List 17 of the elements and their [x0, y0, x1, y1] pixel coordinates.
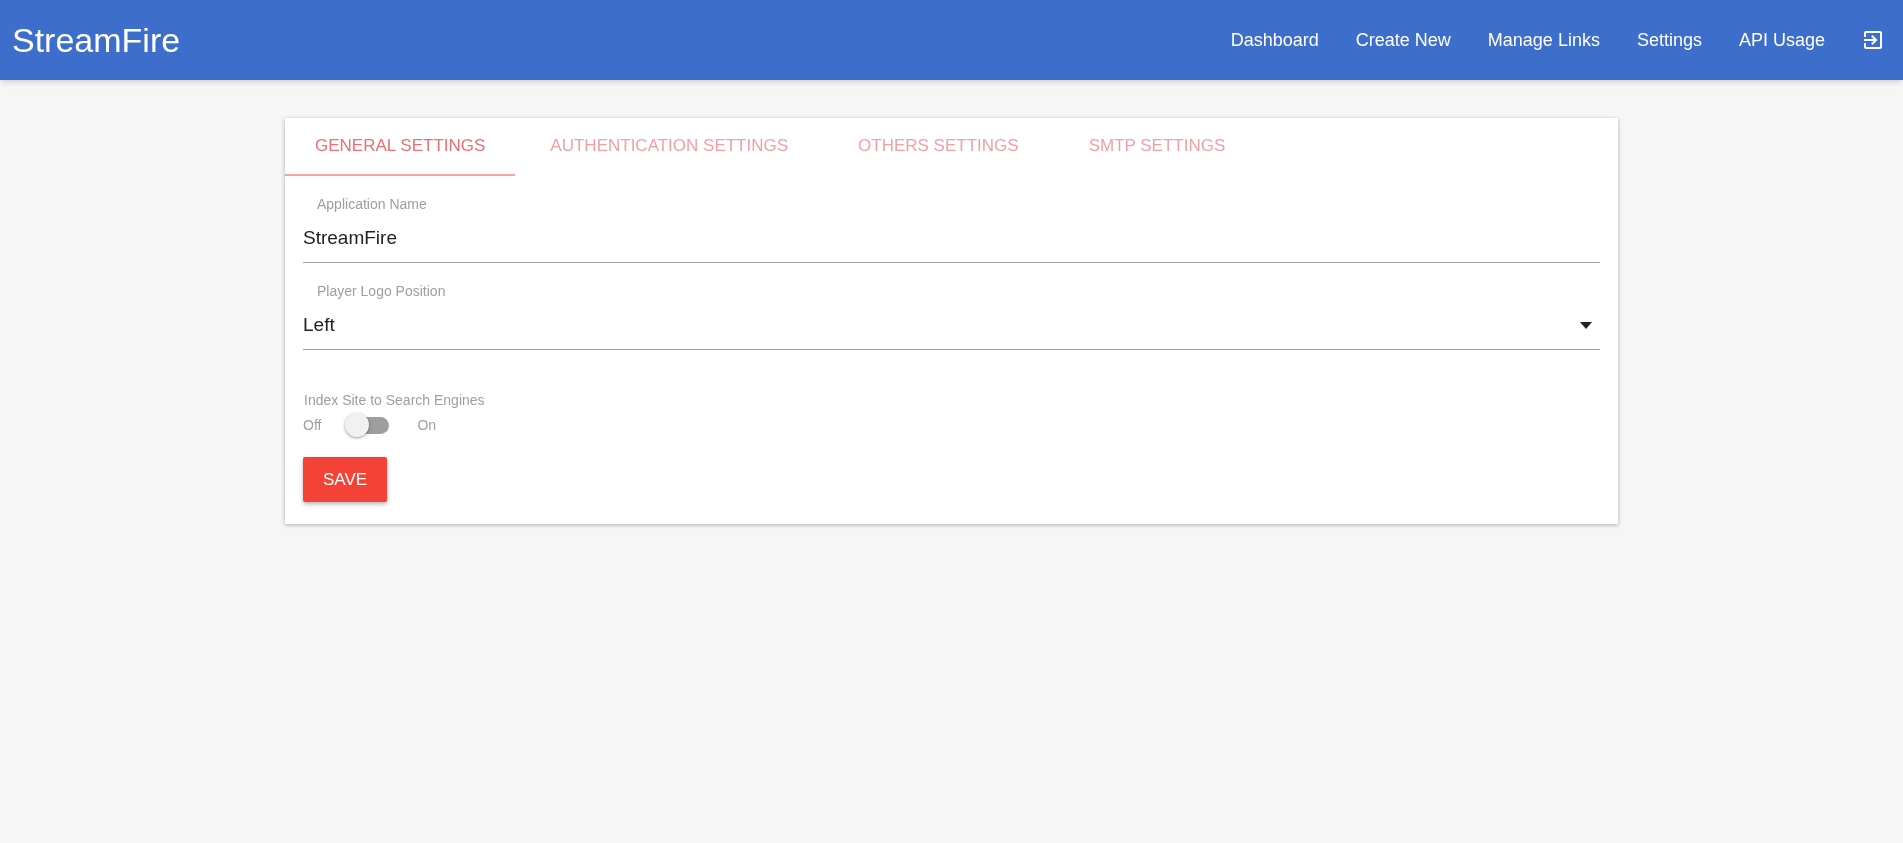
off-label: Off — [303, 415, 322, 435]
field-label: Player Logo Position — [316, 282, 447, 301]
nav-link[interactable]: Create New — [1355, 26, 1451, 54]
on-label: On — [417, 415, 437, 435]
logout-icon[interactable] — [1861, 28, 1885, 52]
brand-logo-text[interactable]: StreamFire — [12, 14, 181, 66]
nav-link[interactable]: Manage Links — [1487, 26, 1600, 54]
nav-link[interactable]: Dashboard — [1230, 26, 1319, 54]
toggle-label: Index Site to Search Engines — [303, 391, 486, 410]
save-button[interactable]: SAVE — [303, 457, 388, 502]
select-field[interactable]: Left — [303, 302, 1600, 350]
settings-tab[interactable]: GENERAL SETTINGS — [285, 118, 516, 176]
caret-icon — [1580, 322, 1592, 329]
input-field[interactable]: StreamFire — [303, 215, 1600, 263]
nav-link[interactable]: Settings — [1636, 26, 1702, 54]
nav-link[interactable]: API Usage — [1738, 26, 1825, 54]
field-label: Application Name — [316, 195, 428, 214]
